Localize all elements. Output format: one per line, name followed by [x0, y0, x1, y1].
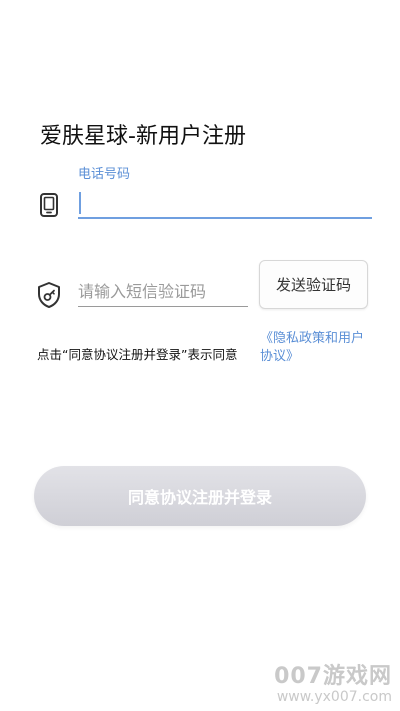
watermark: 007游戏网 www.yx007.com	[274, 664, 392, 706]
privacy-policy-link[interactable]: 《隐私政策和用户协议》	[260, 330, 366, 366]
phone-input[interactable]	[78, 187, 372, 219]
shield-key-icon	[36, 281, 62, 309]
phone-label: 电话号码	[78, 167, 131, 182]
page-title: 爱肤星球-新用户注册	[40, 124, 246, 149]
watermark-main: 007游戏网	[274, 664, 392, 689]
send-code-button[interactable]: 发送验证码	[259, 260, 368, 309]
phone-icon	[38, 193, 60, 217]
agreement-text: 点击“同意协议注册并登录”表示同意	[37, 347, 238, 362]
text-caret	[79, 192, 81, 214]
watermark-url: www.yx007.com	[276, 689, 392, 705]
agree-register-login-button[interactable]: 同意协议注册并登录	[34, 466, 366, 526]
sms-code-input[interactable]	[78, 276, 248, 307]
